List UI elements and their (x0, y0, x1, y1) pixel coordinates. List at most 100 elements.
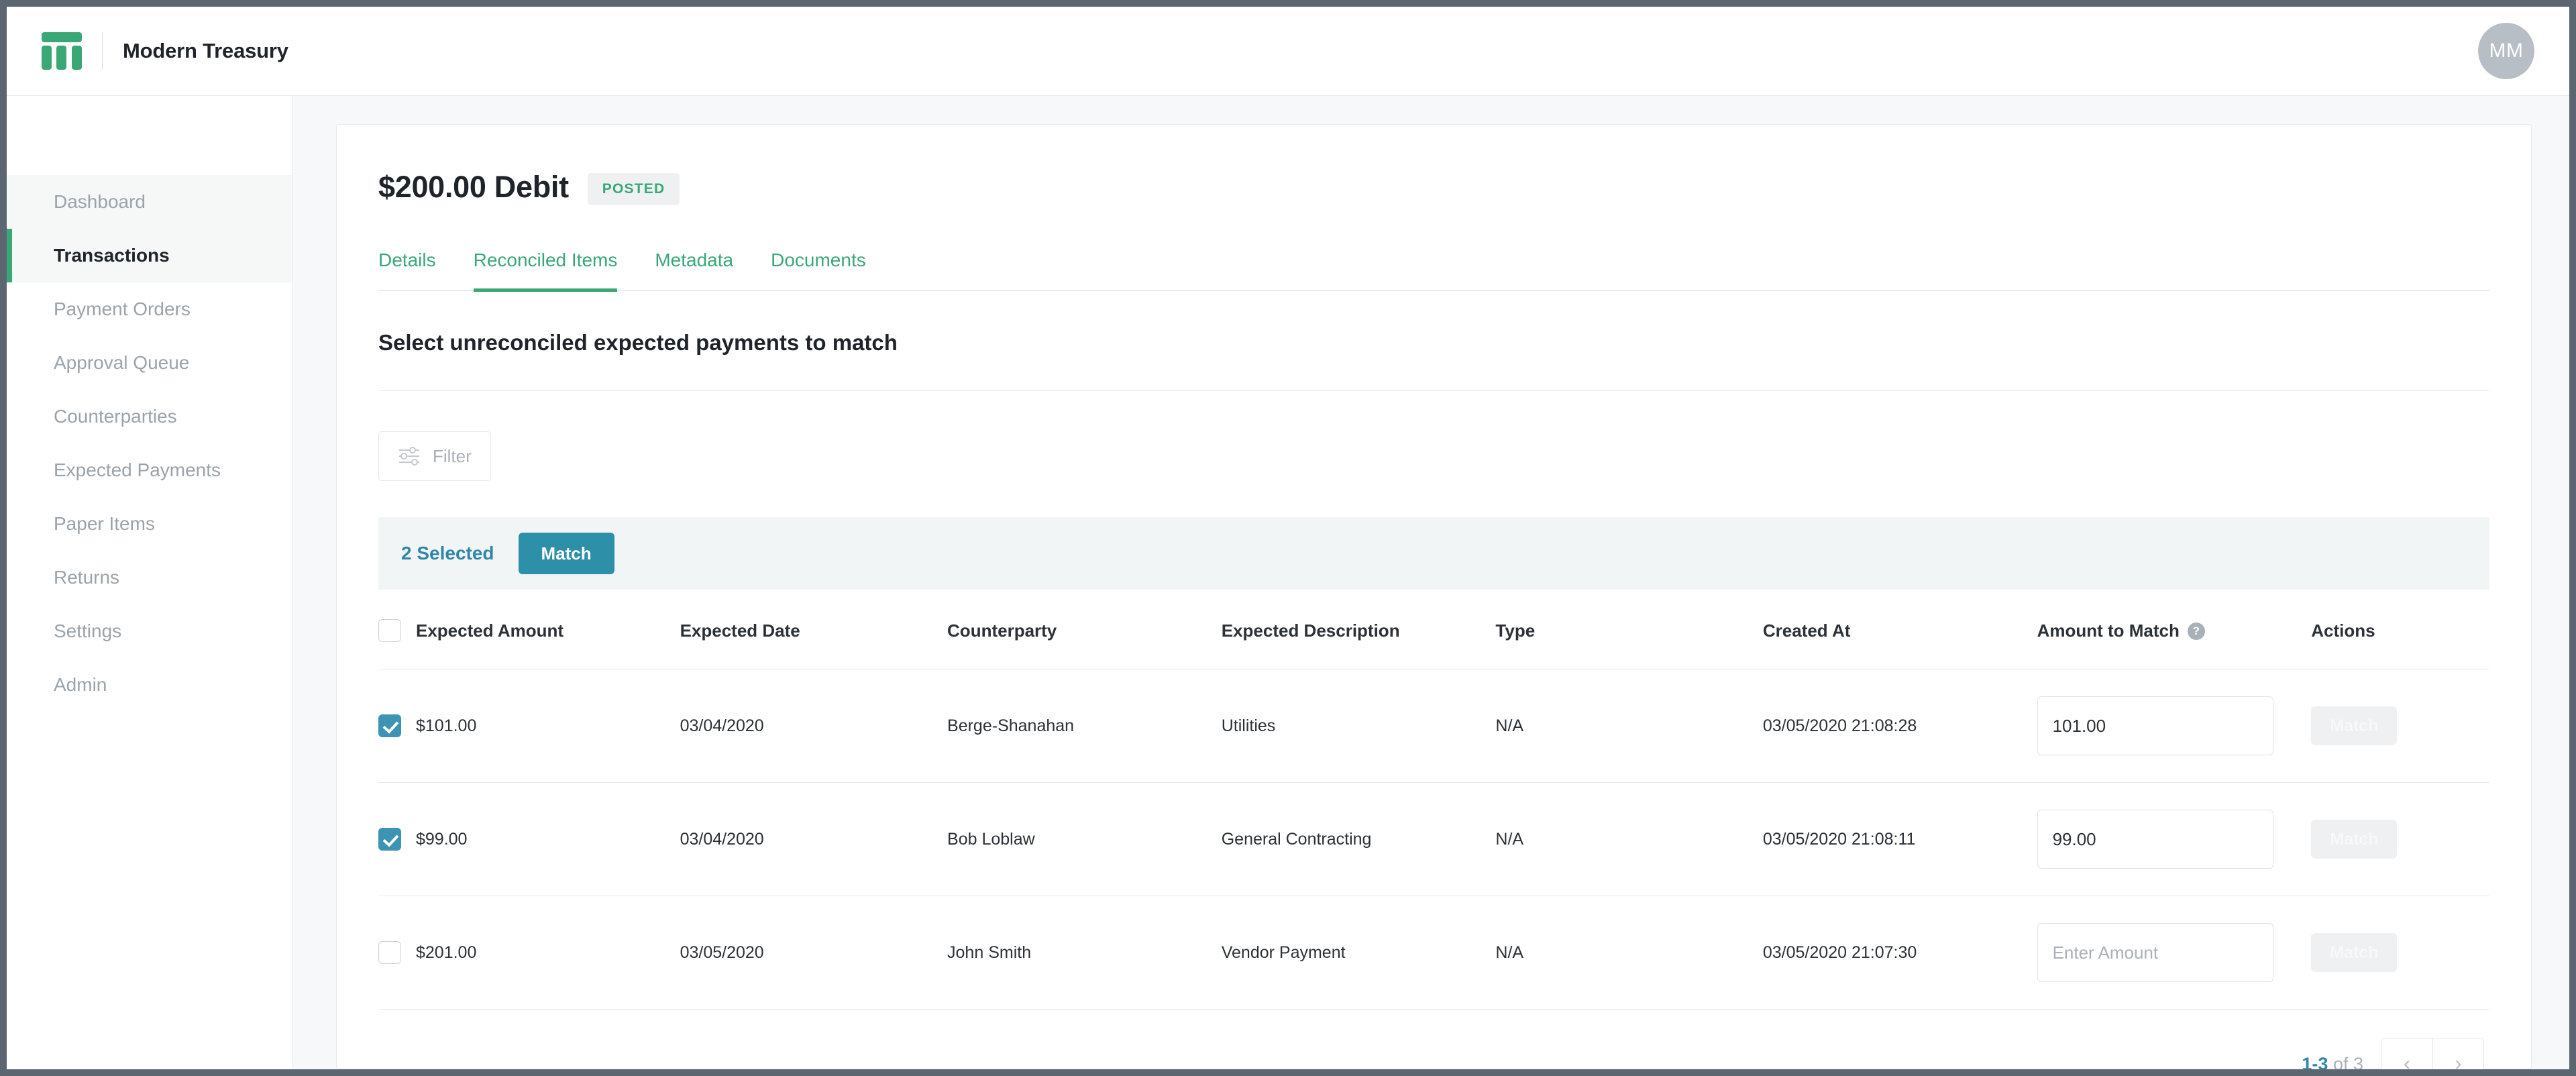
sliders-icon (398, 446, 421, 466)
amount-to-match-input[interactable] (2037, 923, 2273, 982)
sidebar-item-transactions[interactable]: Transactions (7, 229, 292, 282)
cell-actions: Match (2311, 896, 2489, 1010)
expected-amount-value: $99.00 (416, 830, 467, 849)
table-head: Expected Amount Expected Date Counterpar… (378, 590, 2489, 669)
table-row: $99.00 03/04/2020 Bob Loblaw General Con… (378, 783, 2489, 896)
row-checkbox[interactable] (378, 941, 401, 964)
cell-amount-to-match (2037, 896, 2312, 1010)
th-expected-amount: Expected Amount (378, 590, 680, 669)
filter-label: Filter (433, 446, 472, 467)
sidebar-item-returns[interactable]: Returns (7, 551, 292, 604)
app-window: Modern Treasury MM Dashboard Transaction… (7, 7, 2569, 1069)
body-split: Dashboard Transactions Payment Orders Ap… (7, 96, 2569, 1069)
pagination-label: 1-3 of 3 (2302, 1054, 2363, 1070)
avatar[interactable]: MM (2478, 23, 2534, 79)
sidebar-item-label: Approval Queue (54, 352, 189, 374)
cell-actions: Match (2311, 669, 2489, 783)
expected-amount-value: $101.00 (416, 716, 476, 736)
pagination: 1-3 of 3 ‹ › (378, 1010, 2489, 1069)
sidebar-item-settings[interactable]: Settings (7, 604, 292, 658)
sidebar-item-label: Returns (54, 567, 119, 588)
cell-amount-to-match (2037, 669, 2312, 783)
cell-created-at: 03/05/2020 21:08:11 (1763, 783, 2037, 896)
table-row: $101.00 03/04/2020 Berge-Shanahan Utilit… (378, 669, 2489, 783)
cell-expected-description: Utilities (1222, 669, 1496, 783)
cell-expected-amount: $201.00 (378, 896, 680, 1010)
sidebar-item-label: Payment Orders (54, 299, 191, 320)
row-match-button[interactable]: Match (2311, 933, 2397, 972)
page-title: $200.00 Debit (378, 170, 569, 205)
sidebar-item-label: Expected Payments (54, 460, 221, 481)
pagination-total: of 3 (2333, 1054, 2363, 1070)
pagination-prev-icon[interactable]: ‹ (2381, 1038, 2432, 1069)
cell-actions: Match (2311, 783, 2489, 896)
amount-to-match-input[interactable] (2037, 696, 2273, 755)
cell-expected-description: Vendor Payment (1222, 896, 1496, 1010)
expected-payments-table: Expected Amount Expected Date Counterpar… (378, 590, 2489, 1010)
th-counterparty: Counterparty (947, 590, 1222, 669)
cell-created-at: 03/05/2020 21:07:30 (1763, 896, 2037, 1010)
sidebar-item-admin[interactable]: Admin (7, 658, 292, 712)
th-created-at: Created At (1763, 590, 2037, 669)
cell-counterparty: John Smith (947, 896, 1222, 1010)
tab-bar: Details Reconciled Items Metadata Docume… (378, 250, 2489, 291)
filter-button[interactable]: Filter (378, 431, 491, 481)
th-amount-to-match-label: Amount to Match (2037, 621, 2180, 641)
brand[interactable]: Modern Treasury (42, 32, 288, 70)
brand-divider (102, 32, 103, 70)
status-badge: POSTED (588, 173, 680, 205)
sidebar-item-label: Dashboard (54, 191, 146, 213)
filter-row: Filter (378, 431, 2489, 481)
sidebar-item-label: Counterparties (54, 406, 177, 427)
cell-expected-date: 03/05/2020 (680, 896, 947, 1010)
th-expected-amount-label: Expected Amount (416, 621, 564, 641)
table-header-row: Expected Amount Expected Date Counterpar… (378, 590, 2489, 669)
sidebar-item-dashboard[interactable]: Dashboard (7, 175, 292, 229)
brand-name: Modern Treasury (123, 39, 288, 63)
tab-reconciled-items[interactable]: Reconciled Items (474, 250, 618, 292)
th-amount-to-match: Amount to Match? (2037, 590, 2312, 669)
selection-bar: 2 Selected Match (378, 517, 2489, 590)
page-header: $200.00 Debit POSTED (378, 169, 2489, 205)
amount-to-match-input[interactable] (2037, 810, 2273, 869)
tab-documents[interactable]: Documents (771, 250, 866, 292)
pagination-range: 1-3 (2302, 1054, 2328, 1070)
top-bar: Modern Treasury MM (7, 7, 2569, 96)
row-match-button[interactable]: Match (2311, 820, 2397, 859)
modern-treasury-logo-icon (42, 32, 82, 70)
table-body: $101.00 03/04/2020 Berge-Shanahan Utilit… (378, 669, 2489, 1010)
cell-counterparty: Berge-Shanahan (947, 669, 1222, 783)
sidebar-item-payment-orders[interactable]: Payment Orders (7, 282, 292, 336)
row-checkbox[interactable] (378, 828, 401, 851)
pagination-buttons: ‹ › (2381, 1038, 2484, 1069)
cell-type: N/A (1495, 783, 1762, 896)
sidebar-item-counterparties[interactable]: Counterparties (7, 390, 292, 443)
match-selected-button[interactable]: Match (519, 533, 614, 574)
help-icon[interactable]: ? (2188, 623, 2205, 640)
main-content: $200.00 Debit POSTED Details Reconciled … (293, 96, 2569, 1069)
sidebar-item-expected-payments[interactable]: Expected Payments (7, 443, 292, 497)
cell-type: N/A (1495, 896, 1762, 1010)
section-title: Select unreconciled expected payments to… (378, 330, 2489, 356)
tab-details[interactable]: Details (378, 250, 436, 292)
th-expected-description: Expected Description (1222, 590, 1496, 669)
select-all-checkbox[interactable] (378, 619, 401, 642)
tab-metadata[interactable]: Metadata (655, 250, 733, 292)
cell-expected-date: 03/04/2020 (680, 669, 947, 783)
pagination-next-icon[interactable]: › (2432, 1038, 2483, 1069)
sidebar-item-label: Settings (54, 621, 121, 642)
row-checkbox[interactable] (378, 714, 401, 737)
cell-expected-amount: $99.00 (378, 783, 680, 896)
cell-expected-description: General Contracting (1222, 783, 1496, 896)
sidebar-item-approval-queue[interactable]: Approval Queue (7, 336, 292, 390)
cell-expected-date: 03/04/2020 (680, 783, 947, 896)
cell-type: N/A (1495, 669, 1762, 783)
th-type: Type (1495, 590, 1762, 669)
row-match-button[interactable]: Match (2311, 706, 2397, 745)
sidebar-item-paper-items[interactable]: Paper Items (7, 497, 292, 551)
cell-created-at: 03/05/2020 21:08:28 (1763, 669, 2037, 783)
sidebar-item-label: Admin (54, 674, 107, 696)
th-actions: Actions (2311, 590, 2489, 669)
sidebar-item-label: Paper Items (54, 513, 155, 535)
cell-expected-amount: $101.00 (378, 669, 680, 783)
